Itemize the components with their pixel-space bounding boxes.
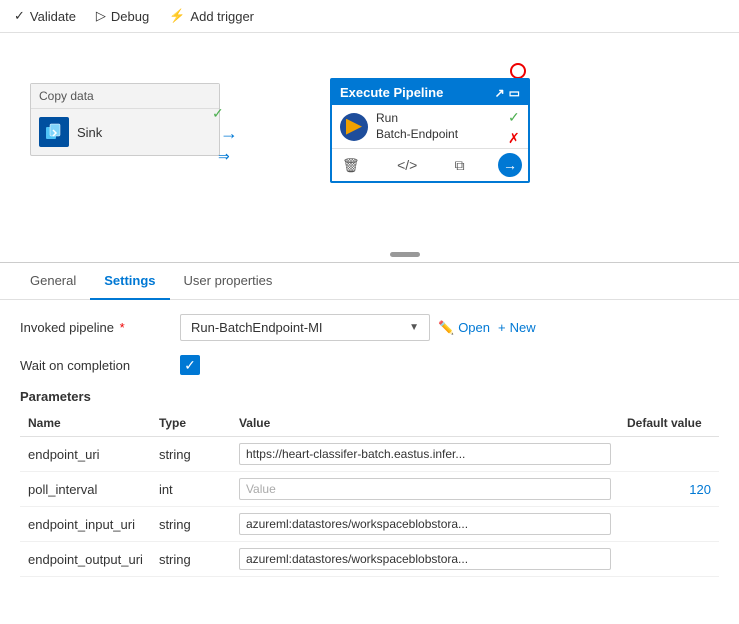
expand-icon[interactable]: ▭ xyxy=(509,86,520,100)
invoked-pipeline-row: Invoked pipeline * Run-BatchEndpoint-MI … xyxy=(20,314,719,341)
execute-pipeline-activity[interactable]: Execute Pipeline ↗ ▭ Run Batch-Endpoint … xyxy=(330,78,530,183)
dropdown-arrow-icon: ▼ xyxy=(409,322,419,333)
code-activity-button[interactable]: </> xyxy=(393,155,421,175)
copy-data-header: Copy data xyxy=(31,84,219,109)
run-icon xyxy=(340,113,368,141)
run-text: Run Batch-Endpoint xyxy=(376,111,458,142)
wait-on-completion-row: Wait on completion ✓ xyxy=(20,355,719,375)
connection-check: ✓ → ⇒ xyxy=(220,123,238,144)
debug-button[interactable]: ▷ Debug xyxy=(96,8,149,24)
param-name: endpoint_uri xyxy=(20,437,151,472)
exec-pipeline-title: Execute Pipeline xyxy=(340,85,443,100)
pencil-icon: ✏️ xyxy=(438,320,454,336)
error-indicator xyxy=(510,63,526,79)
plus-icon: + xyxy=(498,320,506,335)
checkbox-check-icon: ✓ xyxy=(184,357,196,374)
col-header-value: Value xyxy=(231,412,619,437)
copy-data-body: Sink xyxy=(31,109,219,155)
parameters-section: Parameters Name Type Value Default value… xyxy=(20,389,719,577)
new-pipeline-button[interactable]: + New xyxy=(498,320,536,335)
activity-status-icons: ✓ ✗ → xyxy=(508,109,522,167)
error-status-icon: ✗ xyxy=(508,130,522,147)
invoked-pipeline-controls: Run-BatchEndpoint-MI ▼ ✏️ Open + New xyxy=(180,314,536,341)
param-type: string xyxy=(151,542,231,577)
param-default-value xyxy=(619,507,719,542)
success-check-icon: ✓ xyxy=(212,105,224,122)
col-header-default: Default value xyxy=(619,412,719,437)
exec-pipeline-header-icons: ↗ ▭ xyxy=(495,86,520,100)
param-value-input[interactable] xyxy=(239,548,611,570)
canvas-area: Copy data Sink ✓ → ⇒ Execute Pipeline ↗ … xyxy=(0,33,739,263)
param-value-cell xyxy=(231,542,619,577)
param-default-value xyxy=(619,542,719,577)
table-row: poll_intervalint 120 xyxy=(20,472,719,507)
bottom-panel: General Settings User properties Invoked… xyxy=(0,263,739,591)
invoked-pipeline-dropdown[interactable]: Run-BatchEndpoint-MI ▼ xyxy=(180,314,430,341)
delete-activity-button[interactable]: 🗑 xyxy=(338,155,364,176)
copy-data-activity[interactable]: Copy data Sink xyxy=(30,83,220,156)
param-type: string xyxy=(151,507,231,542)
param-type: string xyxy=(151,437,231,472)
param-value-cell xyxy=(231,472,619,507)
invoked-pipeline-value: Run-BatchEndpoint-MI xyxy=(191,320,323,335)
validate-icon: ✓ xyxy=(14,8,25,24)
tab-user-properties[interactable]: User properties xyxy=(170,263,287,300)
debug-icon: ▷ xyxy=(96,8,106,24)
tab-general[interactable]: General xyxy=(16,263,90,300)
add-trigger-button[interactable]: ⚡ Add trigger xyxy=(169,8,254,24)
param-value-cell xyxy=(231,437,619,472)
param-value-cell xyxy=(231,507,619,542)
parameters-table: Name Type Value Default value endpoint_u… xyxy=(20,412,719,577)
settings-panel: Invoked pipeline * Run-BatchEndpoint-MI … xyxy=(0,300,739,591)
table-row: endpoint_uristring xyxy=(20,437,719,472)
external-link-icon[interactable]: ↗ xyxy=(495,86,505,100)
exec-pipeline-actions: 🗑 </> ⧉ → xyxy=(332,149,528,181)
param-value-input[interactable] xyxy=(239,513,611,535)
param-value-input[interactable] xyxy=(239,443,611,465)
table-header-row: Name Type Value Default value xyxy=(20,412,719,437)
copy-data-icon xyxy=(39,117,69,147)
tab-settings[interactable]: Settings xyxy=(90,263,169,300)
execute-pipeline-header: Execute Pipeline ↗ ▭ xyxy=(332,80,528,105)
sink-label: Sink xyxy=(77,125,102,140)
param-default-value xyxy=(619,437,719,472)
branch-arrow-icon: ⇒ xyxy=(218,148,230,165)
validate-label: Validate xyxy=(30,9,76,24)
param-name: endpoint_input_uri xyxy=(20,507,151,542)
col-header-type: Type xyxy=(151,412,231,437)
tabs-container: General Settings User properties xyxy=(0,263,739,300)
wait-on-completion-label: Wait on completion xyxy=(20,358,180,373)
add-trigger-icon: ⚡ xyxy=(169,8,185,24)
param-name: endpoint_output_uri xyxy=(20,542,151,577)
table-row: endpoint_output_uristring xyxy=(20,542,719,577)
parameters-title: Parameters xyxy=(20,389,719,404)
success-status-icon: ✓ xyxy=(508,109,522,126)
toolbar: ✓ Validate ▷ Debug ⚡ Add trigger xyxy=(0,0,739,33)
wait-on-completion-checkbox[interactable]: ✓ xyxy=(180,355,200,375)
open-pipeline-button[interactable]: ✏️ Open xyxy=(438,320,490,336)
param-name: poll_interval xyxy=(20,472,151,507)
param-default-value: 120 xyxy=(619,472,719,507)
add-trigger-label: Add trigger xyxy=(190,9,254,24)
table-row: endpoint_input_uristring xyxy=(20,507,719,542)
required-indicator: * xyxy=(120,320,125,335)
exec-pipeline-body: Run Batch-Endpoint xyxy=(332,105,528,149)
skip-status-icon: → xyxy=(508,151,522,167)
debug-label: Debug xyxy=(111,9,149,24)
validate-button[interactable]: ✓ Validate xyxy=(14,8,76,24)
param-value-input[interactable] xyxy=(239,478,611,500)
arrow-right-icon: → xyxy=(220,123,238,143)
param-type: int xyxy=(151,472,231,507)
collapse-handle[interactable] xyxy=(390,252,420,257)
col-header-name: Name xyxy=(20,412,151,437)
copy-activity-button[interactable]: ⧉ xyxy=(451,155,469,176)
invoked-pipeline-label: Invoked pipeline * xyxy=(20,320,180,335)
